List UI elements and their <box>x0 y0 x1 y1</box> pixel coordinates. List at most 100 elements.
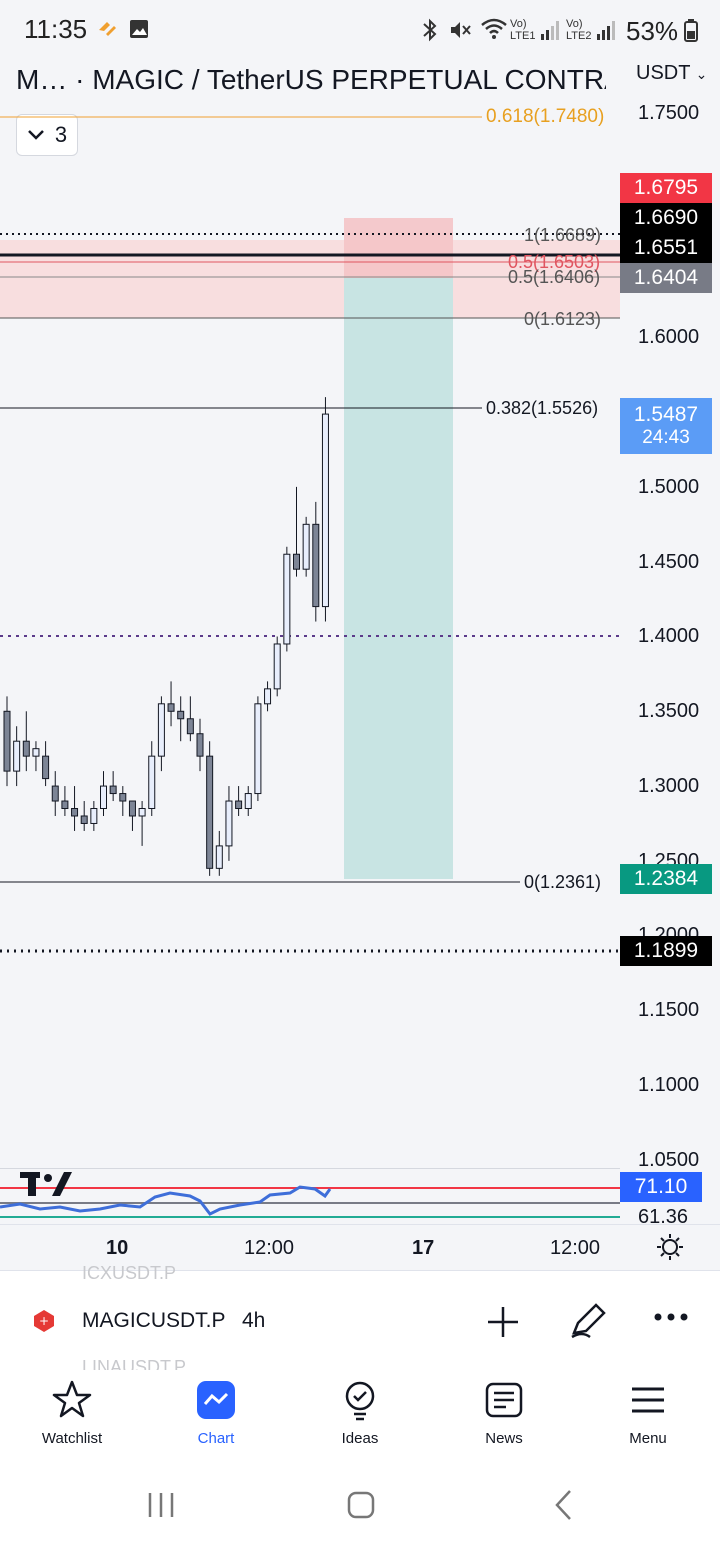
price-axis-label: 1.3500 <box>638 700 700 722</box>
symbol-title[interactable]: M… · MAGIC / TetherUS PERPETUAL CONTRACT <box>16 64 606 96</box>
hamburger-menu-icon <box>632 1387 664 1413</box>
short-position-target-zone <box>344 278 453 879</box>
bar-countdown: 24:43 <box>642 427 690 448</box>
fib-label-top: 0.618(1.7480) <box>486 106 605 127</box>
news-icon <box>485 1382 523 1418</box>
candle-body <box>90 808 98 824</box>
short-position-stop-zone <box>344 218 453 278</box>
candle-body <box>196 733 204 757</box>
status-time: 11:35 <box>24 14 88 44</box>
system-navigation-bar <box>0 1470 720 1544</box>
price-axis-label: 1.1000 <box>638 1074 700 1096</box>
candle-body <box>264 688 272 705</box>
candle-body <box>109 785 117 795</box>
price-label-red: 1.6795 <box>620 173 712 203</box>
candle-body <box>321 413 329 608</box>
candle-body <box>273 643 281 690</box>
candle-body <box>61 800 69 810</box>
price-axis-label: 1.6000 <box>638 326 700 348</box>
ghost-symbol-top: ICXUSDT.P <box>82 1263 177 1283</box>
nav-news[interactable]: News <box>432 1378 576 1447</box>
add-icon[interactable] <box>486 1305 520 1344</box>
fib-label-0-bottom: 0(1.2361) <box>524 872 602 892</box>
candle-body <box>128 800 136 817</box>
candle-body <box>206 755 214 869</box>
candle-body <box>42 755 50 780</box>
recent-apps-icon[interactable] <box>146 1490 176 1525</box>
candle-body <box>235 800 243 810</box>
more-options-icon[interactable] <box>654 1309 688 1327</box>
signal2-icon <box>596 18 618 47</box>
bluetooth-icon <box>420 18 440 47</box>
nav-watchlist[interactable]: Watchlist <box>0 1378 144 1447</box>
nav-label: Menu <box>629 1430 667 1447</box>
price-axis-label: 1.7500 <box>638 102 700 124</box>
interval-label[interactable]: 4h <box>242 1309 265 1333</box>
price-axis-label: 1.4500 <box>638 551 700 573</box>
nav-ideas[interactable]: Ideas <box>288 1378 432 1447</box>
network-lte2-label: Vo) LTE2 <box>566 18 592 42</box>
candle-body <box>3 710 11 772</box>
nav-label: Chart <box>197 1430 235 1447</box>
mute-icon <box>448 18 472 47</box>
candle-body <box>13 740 21 772</box>
symbol-logo-icon: + <box>32 1309 56 1338</box>
wifi-icon <box>480 16 508 47</box>
symbol-name[interactable]: MAGICUSDT.P <box>82 1309 226 1333</box>
fib-label-1: 1(1.6689) <box>524 225 602 245</box>
price-axis-label: 1.4000 <box>638 625 700 647</box>
candle-body <box>22 740 30 757</box>
candle-body <box>177 710 185 720</box>
last-price-value: 1.5487 <box>633 403 699 426</box>
candle-body <box>225 800 233 847</box>
chevron-down-icon: ⌄ <box>695 66 708 82</box>
candle-body <box>80 815 88 824</box>
nav-chart[interactable]: Chart <box>144 1378 288 1447</box>
candle-body <box>293 553 300 570</box>
candle-body <box>186 718 194 735</box>
fib-label-0382: 0.382(1.5526) <box>486 398 599 418</box>
candle-body <box>167 703 175 712</box>
price-axis-label: 1.5000 <box>638 476 700 498</box>
price-label-gray: 1.6404 <box>620 263 712 293</box>
currency-label: USDT <box>636 62 691 84</box>
candle-body <box>32 748 40 757</box>
lightbulb-icon <box>345 1381 375 1421</box>
time-axis-label: 12:00 <box>550 1237 601 1259</box>
gallery-icon <box>128 18 150 45</box>
nav-label: Ideas <box>341 1430 379 1447</box>
price-label-green: 1.2384 <box>620 864 712 894</box>
candles-group <box>3 397 329 876</box>
price-label-black: 1.1899 <box>620 936 712 966</box>
home-icon[interactable] <box>346 1490 376 1525</box>
candle-body <box>157 703 165 757</box>
last-price-label: 1.5487 24:43 <box>620 398 712 454</box>
drawing-pen-icon[interactable] <box>568 1301 608 1346</box>
currency-selector[interactable]: USDT ⌄ <box>636 62 707 85</box>
chart-icon <box>197 1381 235 1419</box>
candle-body <box>100 785 107 810</box>
nav-menu[interactable]: Menu <box>576 1378 720 1447</box>
candle-body <box>148 755 156 810</box>
tradingview-logo <box>18 1170 74 1205</box>
back-icon[interactable] <box>552 1488 576 1527</box>
time-axis-label: 17 <box>412 1237 435 1259</box>
candle-body <box>254 703 262 795</box>
chart-settings-gear-icon[interactable] <box>656 1233 684 1266</box>
candle-body <box>215 845 223 869</box>
time-axis-label: 10 <box>106 1237 129 1259</box>
battery-percent: 53% <box>626 16 679 46</box>
bottom-navigation: Watchlist Chart Ideas News Menu <box>0 1370 720 1470</box>
network-lte1-label: Vo) LTE1 <box>510 18 536 42</box>
battery-icon <box>684 18 698 47</box>
fib-label-05: 0.5(1.6406) <box>508 267 601 287</box>
time-axis-label: 12:00 <box>244 1237 295 1259</box>
fib-label-0-top: 0(1.6123) <box>524 309 602 329</box>
indicator-pane[interactable] <box>0 1168 620 1225</box>
status-bar: 11:35 Vo) LTE1 Vo) LTE2 53% <box>0 0 720 62</box>
candle-body <box>119 793 127 802</box>
candle-body <box>138 808 146 817</box>
star-icon <box>52 1380 92 1418</box>
candle-body <box>302 523 310 570</box>
signal1-icon <box>540 18 562 47</box>
